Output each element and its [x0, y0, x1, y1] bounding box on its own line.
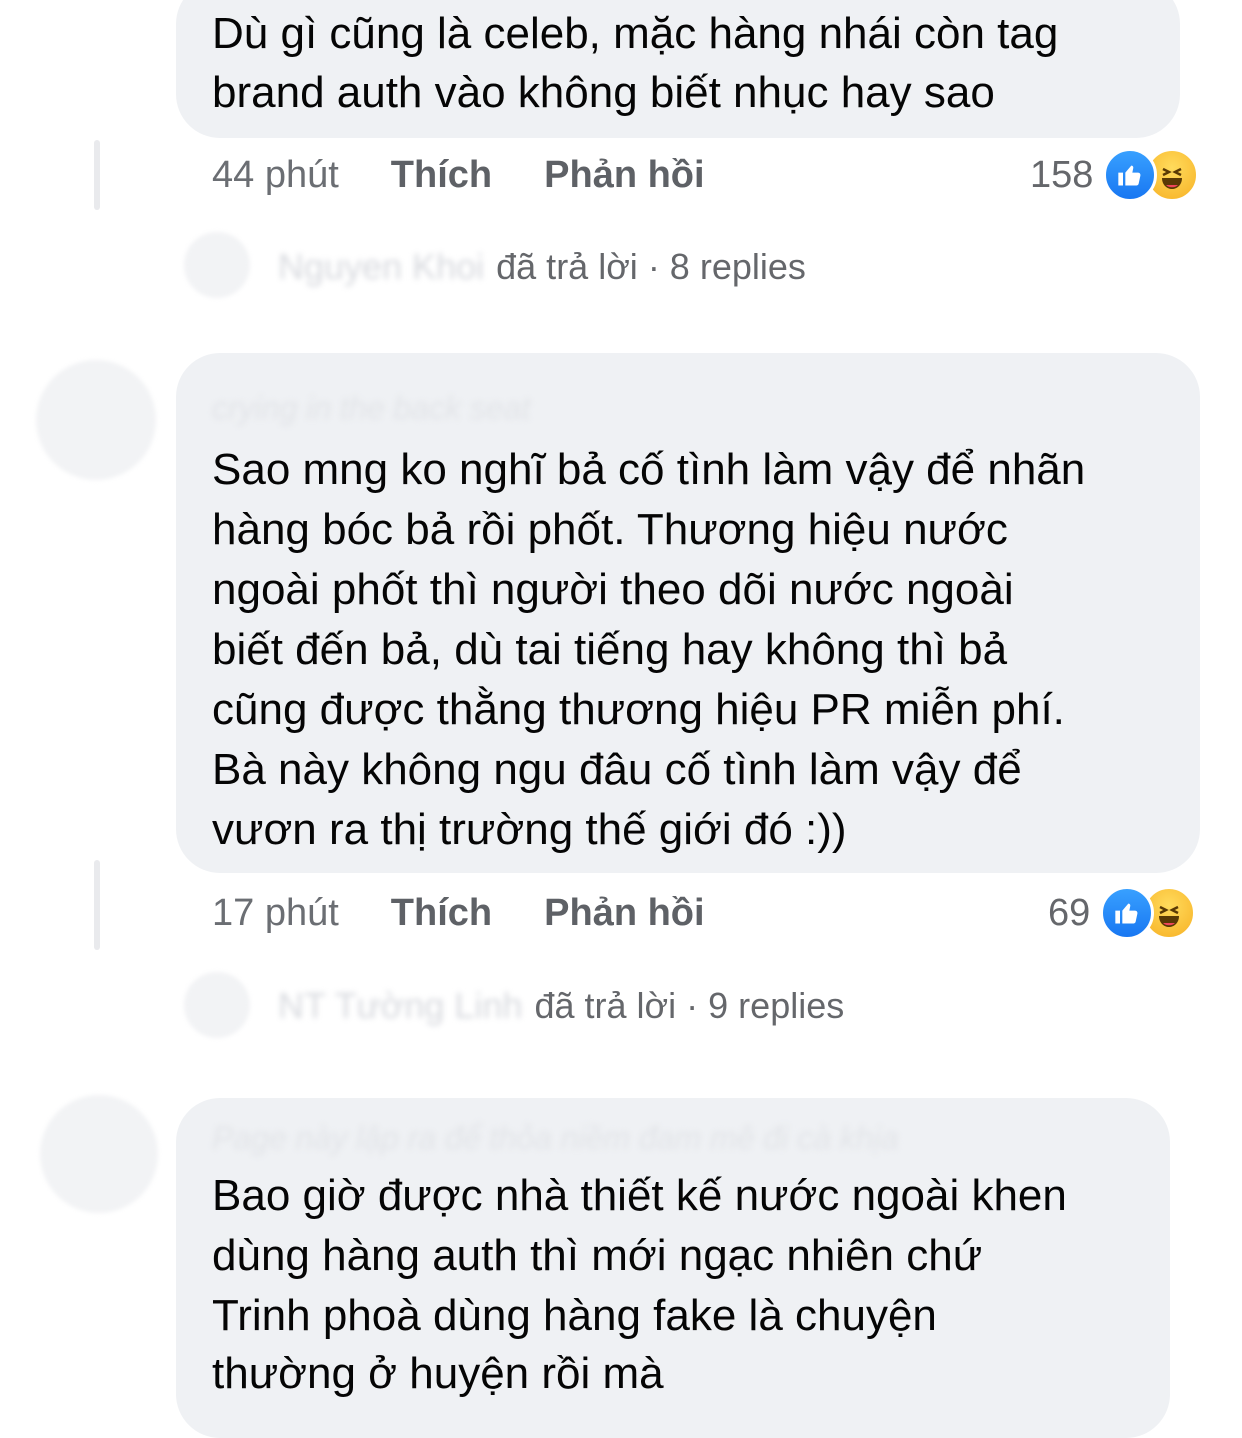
comment-author[interactable]: crying in the back seat	[212, 390, 530, 427]
like-reaction-icon	[1100, 886, 1155, 940]
avatar[interactable]	[40, 1095, 158, 1213]
comment-text-line: cũng được thằng thương hiệu PR miễn phí.	[212, 685, 1065, 734]
comment-text-line: biết đến bả, dù tai tiếng hay không thì …	[212, 625, 1008, 674]
like-button[interactable]: Thích	[391, 154, 492, 197]
comment-time: 17 phút	[212, 891, 339, 934]
avatar[interactable]	[184, 972, 250, 1038]
comment-time: 44 phút	[212, 153, 339, 196]
comment-text-line: brand auth vào không biết nhục hay sao	[212, 68, 995, 117]
comment-text-line: ngoài phốt thì người theo dõi nước ngoài	[212, 565, 1014, 614]
comment-text-line: thường ở huyện rồi mà	[212, 1349, 664, 1398]
comment-meta: 44 phút Thích Phản hồi	[212, 150, 705, 200]
reply-button[interactable]: Phản hồi	[544, 154, 704, 197]
comment-text-line: Sao mng ko nghĩ bả cố tình làm vậy để nh…	[212, 445, 1086, 494]
view-replies-link[interactable]: NT Tường Linh đã trả lời · 9 replies	[278, 985, 844, 1027]
avatar[interactable]	[36, 360, 156, 480]
comment-text-line: Bà này không ngu đâu cố tình làm vậy để	[212, 745, 1022, 794]
thread-line	[94, 140, 100, 210]
reaction-summary[interactable]: 69	[1048, 885, 1197, 941]
comment-text-line: Bao giờ được nhà thiết kế nước ngoài khe…	[212, 1171, 1067, 1220]
replier-name: NT Tường Linh	[278, 985, 523, 1026]
comment-meta: 17 phút Thích Phản hồi	[212, 888, 705, 938]
reply-button[interactable]: Phản hồi	[544, 892, 704, 935]
comment-text-line: vươn ra thị trường thế giới đó :))	[212, 805, 847, 854]
comment-text-line: Trinh phoà dùng hàng fake là chuyện	[212, 1291, 937, 1340]
comment-text-line: dùng hàng auth thì mới ngạc nhiên chứ	[212, 1231, 983, 1280]
reaction-count: 69	[1048, 891, 1091, 934]
comment-text-line: Dù gì cũng là celeb, mặc hàng nhái còn t…	[212, 9, 1059, 58]
reaction-summary[interactable]: 158	[1030, 147, 1200, 203]
replies-count: · 8 replies	[647, 246, 806, 287]
view-replies-link[interactable]: Nguyen Khoi đã trả lời · 8 replies	[278, 246, 806, 288]
replied-label: đã trả lời	[496, 246, 638, 287]
replier-name: Nguyen Khoi	[278, 246, 485, 287]
replies-count: · 9 replies	[686, 985, 845, 1026]
replied-label: đã trả lời	[534, 985, 677, 1026]
thread-line	[94, 860, 100, 950]
comment-author[interactable]: Page này lập ra để thỏa niềm đam mê đi c…	[212, 1120, 899, 1157]
comment-text-line: hàng bóc bả rồi phốt. Thương hiệu nước	[212, 505, 1008, 554]
reaction-count: 158	[1030, 153, 1094, 196]
like-reaction-icon	[1103, 148, 1158, 202]
like-button[interactable]: Thích	[391, 892, 492, 935]
avatar[interactable]	[184, 232, 250, 298]
